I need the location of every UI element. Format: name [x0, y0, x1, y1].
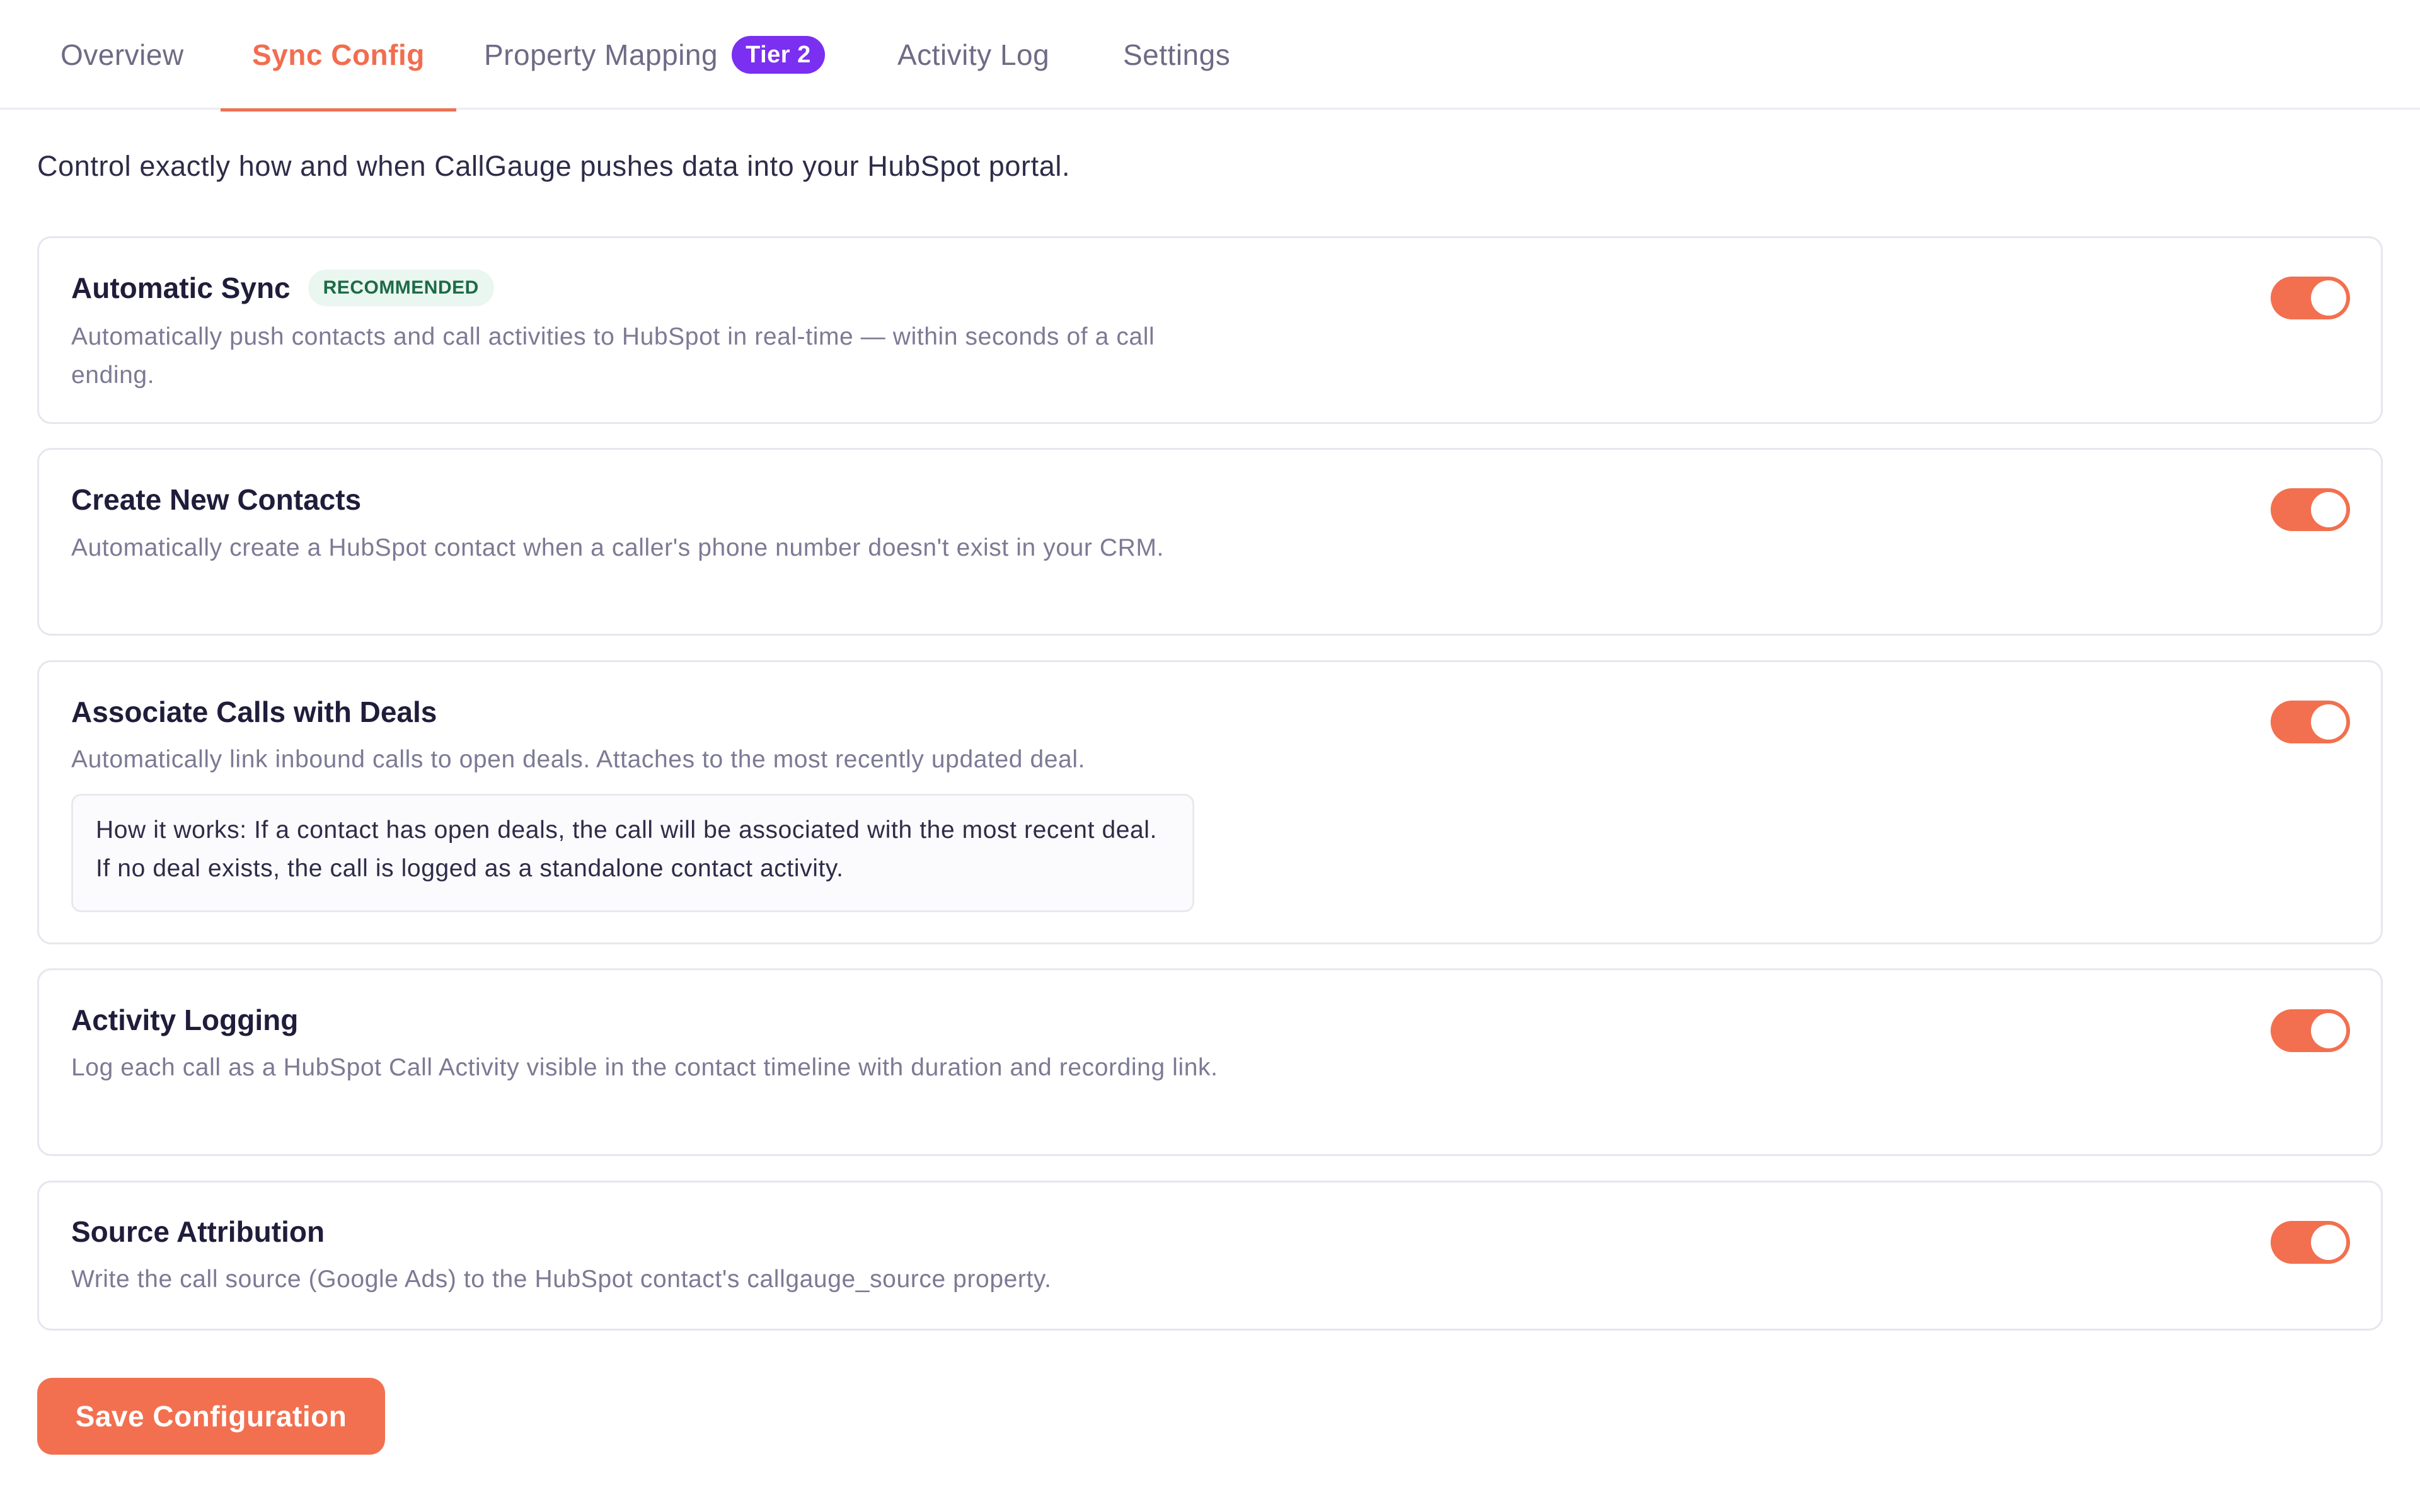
setting-card-automatic-sync: Automatic Sync RECOMMENDED Automatically…	[37, 236, 2383, 424]
tab-sync-config[interactable]: Sync Config	[221, 0, 456, 112]
setting-description: Automatically create a HubSpot contact w…	[71, 534, 1164, 561]
setting-card-associate-calls-with-deals: Associate Calls with Deals Automatically…	[37, 660, 2383, 944]
tab-activity-log[interactable]: Activity Log	[897, 0, 1049, 110]
tab-property-mapping[interactable]: Property Mapping Tier 2	[484, 0, 825, 110]
setting-description: Write the call source (Google Ads) to th…	[71, 1266, 1052, 1293]
setting-description: Automatically link inbound calls to open…	[71, 746, 1086, 773]
setting-title-text: Automatic Sync	[71, 272, 291, 304]
page-intro: Control exactly how and when CallGauge p…	[37, 150, 1071, 182]
tab-label: Sync Config	[252, 38, 425, 71]
setting-title: Activity Logging	[71, 999, 298, 1041]
sync-config-page: Overview Sync Config Property Mapping Ti…	[0, 0, 2420, 1512]
setting-card-activity-logging: Activity Logging Log each call as a HubS…	[37, 968, 2383, 1156]
setting-title: Source Attribution	[71, 1211, 325, 1252]
setting-title: Create New Contacts	[71, 479, 361, 520]
tab-bar: Overview Sync Config Property Mapping Ti…	[0, 0, 2420, 112]
setting-title: Automatic Sync RECOMMENDED	[71, 267, 494, 309]
tab-label: Property Mapping	[484, 38, 718, 71]
active-tab-indicator	[221, 108, 456, 112]
toggle-knob	[2311, 492, 2346, 527]
setting-card-source-attribution: Source Attribution Write the call source…	[37, 1181, 2383, 1331]
setting-title-text: Create New Contacts	[71, 483, 362, 516]
toggle-knob	[2311, 280, 2346, 316]
toggle-knob	[2311, 704, 2346, 740]
setting-description: Automatically push contacts and call act…	[71, 323, 1155, 389]
tab-label: Overview	[60, 38, 184, 71]
create-new-contacts-toggle[interactable]	[2271, 488, 2350, 531]
setting-title: Associate Calls with Deals	[71, 691, 437, 733]
source-attribution-toggle[interactable]	[2271, 1221, 2350, 1264]
setting-title-text: Source Attribution	[71, 1215, 325, 1248]
tab-label: Activity Log	[897, 38, 1050, 71]
tab-label: Settings	[1123, 38, 1231, 71]
tier-badge: Tier 2	[732, 36, 825, 74]
tab-overview[interactable]: Overview	[60, 0, 184, 110]
tab-settings[interactable]: Settings	[1123, 0, 1230, 110]
how-it-works-info-box: How it works: If a contact has open deal…	[71, 794, 1194, 912]
recommended-badge: RECOMMENDED	[308, 270, 494, 306]
automatic-sync-toggle[interactable]	[2271, 277, 2350, 319]
setting-title-text: Associate Calls with Deals	[71, 696, 437, 728]
toggle-knob	[2311, 1225, 2346, 1260]
save-configuration-button[interactable]: Save Configuration	[37, 1378, 385, 1455]
setting-description: Log each call as a HubSpot Call Activity…	[71, 1054, 1218, 1081]
setting-card-create-new-contacts: Create New Contacts Automatically create…	[37, 448, 2383, 636]
toggle-knob	[2311, 1013, 2346, 1048]
setting-title-text: Activity Logging	[71, 1004, 299, 1036]
activity-logging-toggle[interactable]	[2271, 1009, 2350, 1052]
associate-calls-with-deals-toggle[interactable]	[2271, 701, 2350, 743]
